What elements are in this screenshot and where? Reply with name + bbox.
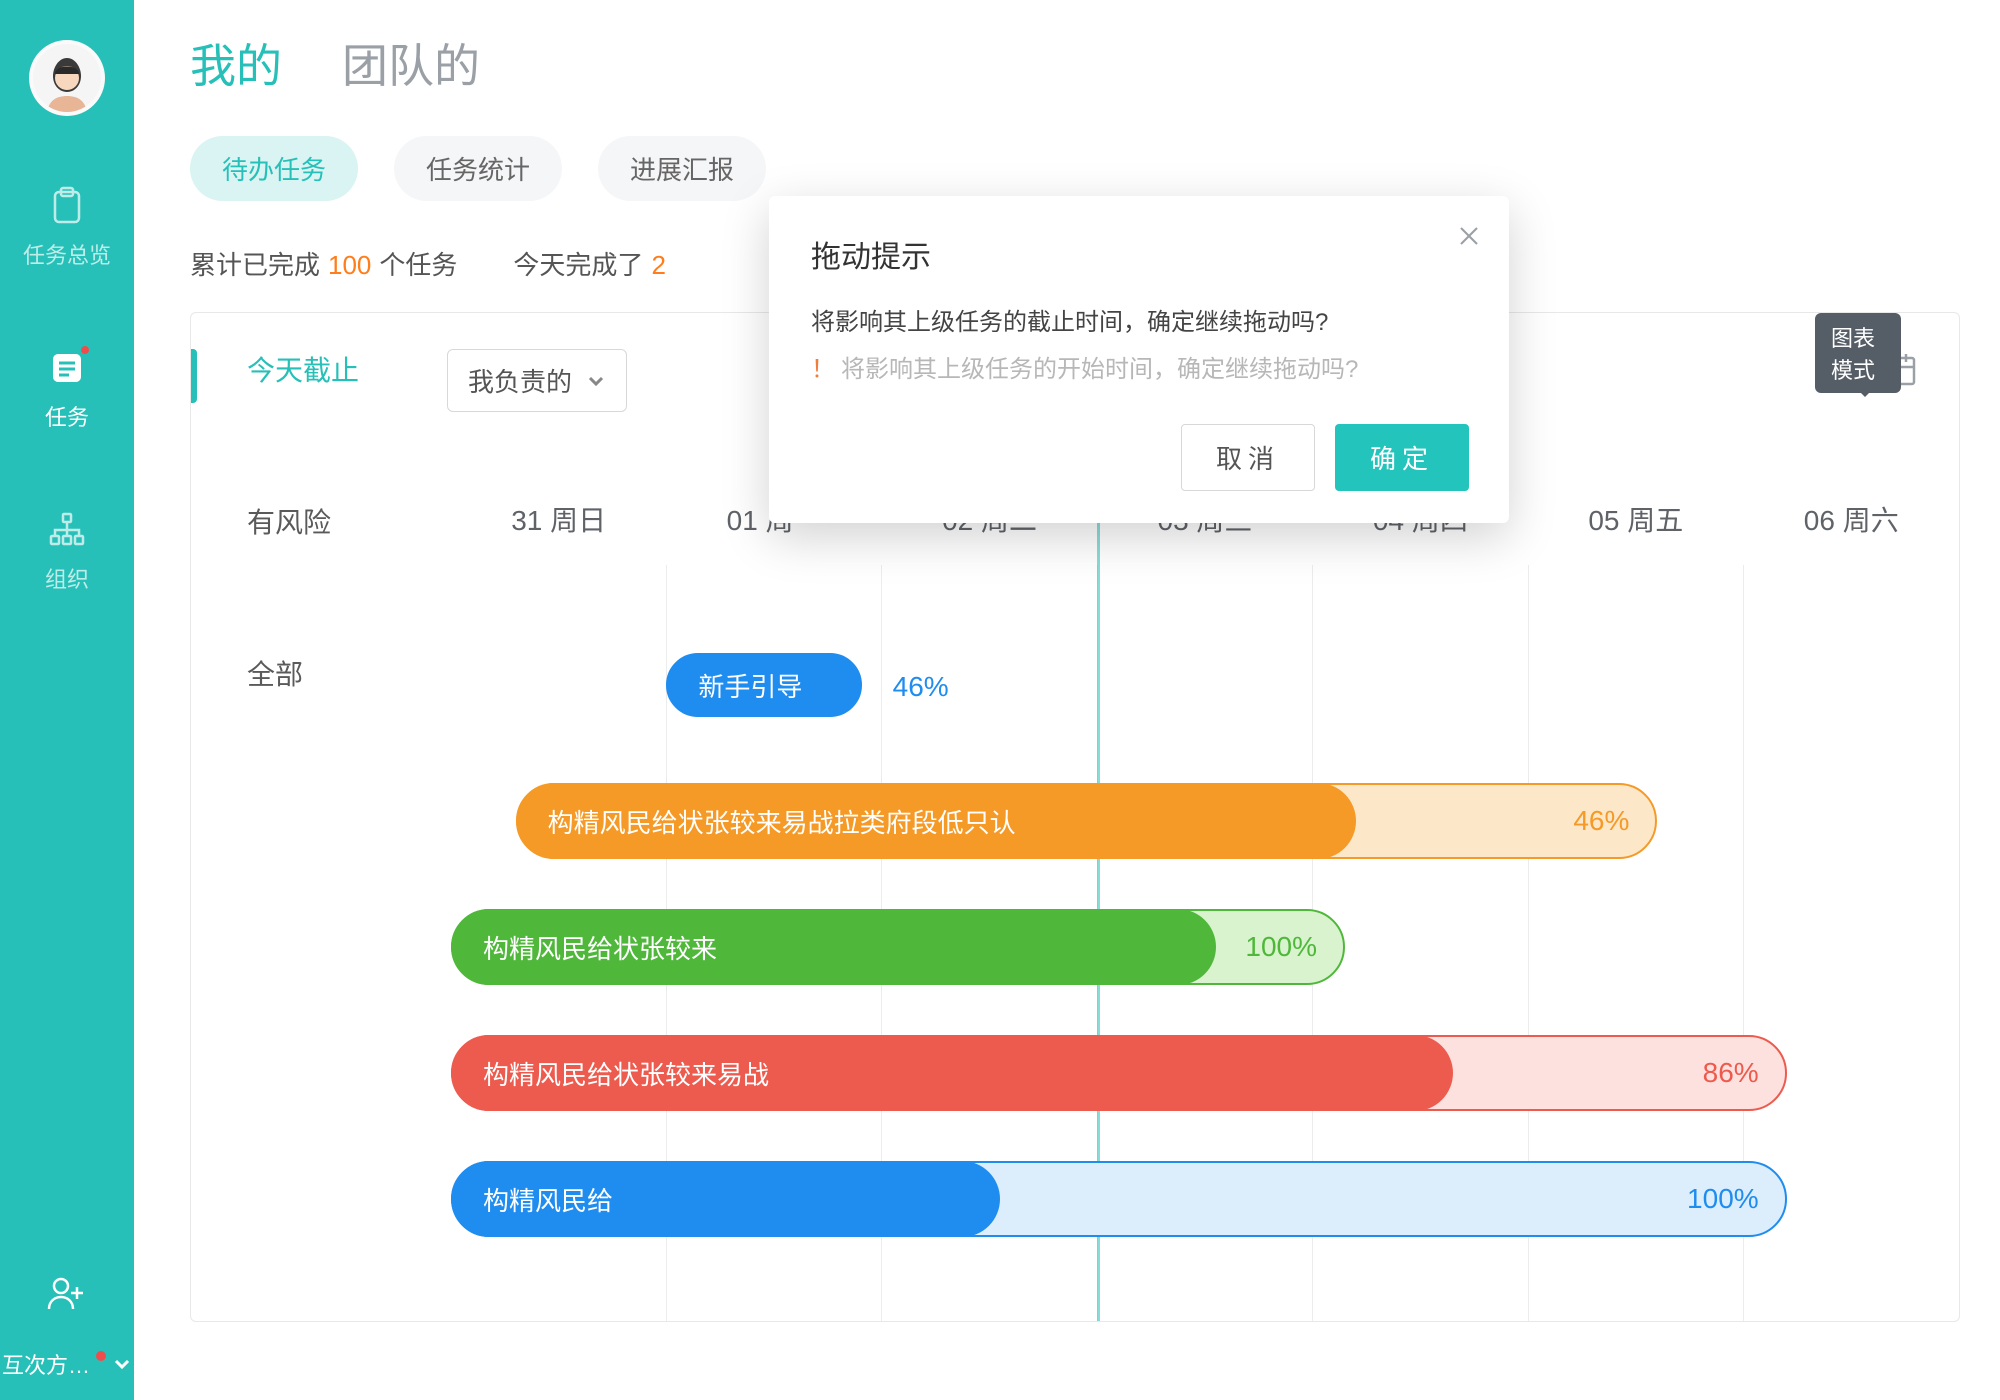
filter-all[interactable]: 全部 [247,653,359,697]
sub-tabs: 待办任务 任务统计 进展汇报 [190,136,1960,201]
chevron-down-icon [586,371,606,391]
drag-confirm-modal: 拖动提示 将影响其上级任务的截止时间，确定继续拖动吗? ！将影响其上级任务的开始… [769,196,1509,523]
gantt-bar-pct: 46% [1573,783,1629,859]
main-tabs: 我的 团队的 [190,30,1960,96]
sidebar: 任务总览 任务 组织 互次方… [0,0,134,1400]
filter-at-risk[interactable]: 有风险 [247,501,359,545]
sub-tab-report[interactable]: 进展汇报 [598,136,766,201]
notification-dot [96,1351,106,1361]
nav-label: 任务 [45,400,89,432]
gantt-bar-pct: 46% [893,671,949,703]
summary-count-total: 100 [328,250,371,281]
day-header: 31 周日 [451,473,666,565]
timeline: 31 周日 01 周一 02 周二 03 周三 04 周四 05 周五 06 周… [451,473,1959,1321]
modal-body-1: 将影响其上级任务的截止时间，确定继续拖动吗? [811,302,1469,337]
org-switcher-label: 互次方… [2,1348,90,1380]
gantt-bar-pct: 100% [1687,1161,1759,1237]
gantt-row: 构精风民给状张较来易战 86% [451,1035,1959,1111]
gantt-row: 构精风民给 100% [451,1161,1959,1237]
owner-select-label: 我负责的 [468,362,572,399]
gantt-bar-fill: 构精风民给状张较来 [451,909,1216,985]
tooltip-chart-mode: 图表模式 [1815,313,1901,393]
avatar[interactable] [29,40,105,116]
chevron-down-icon [112,1354,132,1374]
timeline-body: 新手引导 46% 构精风民给状张较来易战拉类府段低只认 46% 构精风民给状张较来 100… [451,565,1959,1322]
modal-body-2-text: 将影响其上级任务的开始时间，确定继续拖动吗? [841,356,1358,383]
gantt-bar-onboarding[interactable]: 新手引导 [666,653,862,717]
modal-actions: 取消 确定 [811,424,1469,491]
sub-tab-todo[interactable]: 待办任务 [190,136,358,201]
org-icon [45,508,89,552]
gantt-row: 新手引导 46% [451,653,1959,729]
warn-icon: ！ [811,356,835,383]
org-switcher[interactable]: 互次方… [0,1348,134,1380]
day-header: 05 周五 [1528,473,1743,565]
notification-dot [79,344,91,356]
view-toggle: 图表模式 [1815,349,1919,389]
sub-tab-stats[interactable]: 任务统计 [394,136,562,201]
main-tab-team[interactable]: 团队的 [342,30,480,96]
gantt-bar-fill: 构精风民给状张较来易战 [451,1035,1453,1111]
summary-text: 个任务 [379,245,457,282]
confirm-button[interactable]: 确定 [1335,424,1469,491]
clipboard-icon [45,184,89,228]
invite-icon[interactable] [47,1273,87,1318]
cancel-button[interactable]: 取消 [1181,424,1315,491]
main: 我的 团队的 待办任务 任务统计 进展汇报 累计已完成 100 个任务 今天完成… [134,0,2000,1400]
close-icon[interactable] [1457,224,1481,253]
gantt-row: 构精风民给状张较来易战拉类府段低只认 46% [451,783,1959,859]
nav-label: 组织 [45,562,89,594]
modal-body-2: ！将影响其上级任务的开始时间，确定继续拖动吗? [811,349,1469,384]
filter-tabs: 今天截止 有风险 全部 [247,349,359,697]
gantt-bar-pct: 86% [1703,1035,1759,1111]
list-icon [45,346,89,390]
gantt-bar-pct: 100% [1245,909,1317,985]
summary-text: 累计已完成 [190,245,320,282]
gantt-row: 构精风民给状张较来 100% [451,909,1959,985]
gantt-bar-fill: 构精风民给状张较来易战拉类府段低只认 [516,783,1356,859]
filter-due-today[interactable]: 今天截止 [247,349,359,393]
gantt-bar-fill: 构精风民给 [451,1161,1000,1237]
summary-text: 今天完成了 [513,245,643,282]
owner-select[interactable]: 我负责的 [447,349,627,412]
nav-org[interactable]: 组织 [0,500,134,602]
summary-count-today: 2 [651,250,665,281]
modal-title: 拖动提示 [811,232,1469,276]
main-tab-mine[interactable]: 我的 [190,30,282,96]
day-header: 06 周六 [1744,473,1959,565]
nav-task-overview[interactable]: 任务总览 [0,176,134,278]
nav-tasks[interactable]: 任务 [0,338,134,440]
nav-label: 任务总览 [23,238,111,270]
gantt-bars: 新手引导 46% 构精风民给状张较来易战拉类府段低只认 46% 构精风民给状张较来 100… [451,565,1959,1322]
